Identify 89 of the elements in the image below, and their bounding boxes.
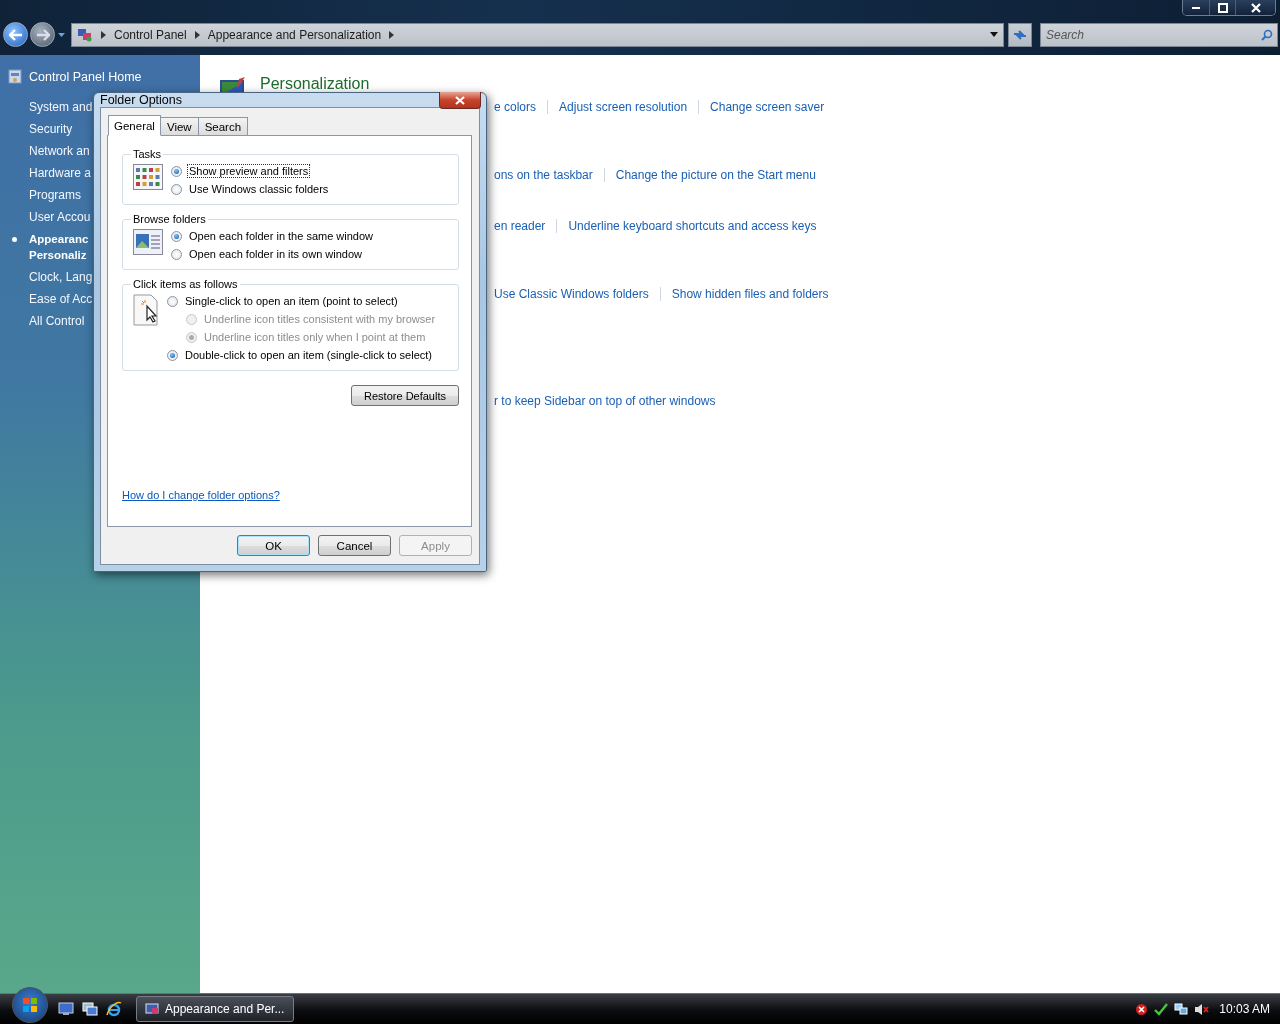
group-title: Tasks [133, 148, 162, 160]
restore-button[interactable] [1209, 0, 1235, 15]
option-label: Show preview and filters [187, 164, 311, 178]
sidebar-link[interactable]: Ease of Acc [29, 291, 93, 307]
option-label: Use Windows classic folders [188, 182, 330, 196]
dialog-button[interactable]: Cancel [318, 535, 391, 556]
forward-button[interactable] [30, 22, 55, 47]
close-icon [455, 95, 465, 105]
sidebar-link[interactable]: Hardware a [29, 165, 92, 181]
radio-button[interactable] [171, 248, 182, 260]
task-link[interactable]: r to keep Sidebar on top of other windows [494, 394, 716, 408]
task-link[interactable]: Use Classic Windows folders [494, 287, 649, 301]
radio-button[interactable] [171, 183, 182, 195]
minimize-button[interactable] [1183, 0, 1209, 15]
windows-logo-icon [21, 996, 39, 1014]
breadcrumb-item[interactable]: Appearance and Personalization [207, 27, 382, 42]
minimize-icon [1192, 6, 1200, 9]
section-heading[interactable]: Personalization [260, 75, 370, 93]
folder-tasks-icon [133, 164, 163, 190]
task-link[interactable]: ons on the taskbar [494, 168, 593, 182]
sidebar-link[interactable]: Appearanc [29, 231, 89, 247]
chevron-icon[interactable] [389, 30, 395, 39]
group-title: Browse folders [133, 213, 206, 225]
pointer-document-icon [133, 294, 159, 326]
tab[interactable]: General [108, 115, 161, 136]
sidebar-link[interactable]: Clock, Lang [29, 269, 93, 285]
dropdown-arrow-icon[interactable] [990, 32, 998, 37]
control-panel-icon [8, 69, 22, 84]
dialog-button[interactable]: OK [237, 535, 310, 556]
sidebar-link[interactable]: User Accou [29, 209, 91, 225]
sidebar-link[interactable]: System and [29, 99, 93, 115]
group-title: Click items as follows [133, 278, 238, 290]
help-link[interactable]: How do I change folder options? [122, 489, 280, 501]
option-label: Single-click to open an item (point to select) [184, 294, 399, 308]
radio-button[interactable] [167, 349, 178, 361]
network-icon[interactable] [1174, 1002, 1189, 1016]
radio-button[interactable] [171, 230, 182, 242]
option-label: Open each folder in the same window [188, 229, 375, 243]
address-bar[interactable]: Control Panel Appearance and Personalization [71, 22, 1004, 47]
dialog-title: Folder Options [100, 93, 182, 107]
restore-icon [1217, 2, 1228, 13]
task-link[interactable]: Change screen saver [710, 100, 825, 114]
start-button[interactable] [12, 987, 48, 1023]
sidebar-link[interactable]: Personaliz [29, 247, 89, 263]
sidebar-link[interactable]: Security [29, 121, 73, 137]
task-link[interactable]: Adjust screen resolution [559, 100, 688, 114]
shield-icon[interactable] [1135, 1002, 1149, 1016]
option-label: Underline icon titles only when I point at them [203, 330, 427, 344]
back-arrow-icon [8, 28, 23, 41]
taskbar-button[interactable]: Appearance and Per... [136, 996, 294, 1022]
control-panel-icon [77, 27, 93, 42]
task-link[interactable]: Underline keyboard shortcuts and access keys [568, 219, 817, 233]
desktop-icon[interactable] [58, 1002, 74, 1016]
task-link[interactable]: Show hidden files and folders [671, 287, 829, 301]
close-button[interactable] [1235, 0, 1275, 15]
sidebar-link[interactable]: Network an [29, 143, 90, 159]
close-button[interactable] [439, 92, 481, 109]
tab[interactable]: Search [197, 117, 249, 135]
search-field[interactable]: Search [1040, 22, 1278, 47]
sidebar-link[interactable]: All Control [29, 313, 85, 329]
close-icon [1250, 2, 1261, 13]
option-label: Double-click to open an item (single-click to select) [184, 348, 433, 362]
refresh-button[interactable] [1008, 22, 1032, 47]
window-icon [133, 229, 163, 255]
browser-icon[interactable] [106, 1001, 122, 1017]
clock-text: 10:03 AM [1219, 1002, 1270, 1016]
chevron-icon[interactable] [194, 30, 200, 39]
back-button[interactable] [3, 22, 28, 47]
volume-icon[interactable] [1194, 1002, 1210, 1016]
dropdown-arrow-icon[interactable] [58, 32, 65, 37]
control-panel-icon [145, 1002, 159, 1016]
task-link[interactable]: e colors [494, 100, 537, 114]
restore-defaults-button[interactable]: Restore Defaults [351, 385, 459, 406]
radio-button[interactable] [167, 295, 178, 307]
breadcrumb-item[interactable]: Control Panel [114, 27, 187, 42]
sidebar-link[interactable]: Programs [29, 187, 81, 203]
chevron-icon[interactable] [101, 30, 106, 39]
radio-button[interactable] [171, 165, 182, 177]
sidebar-link[interactable]: Control Panel Home [29, 69, 142, 84]
task-link[interactable]: en reader [494, 219, 546, 233]
windows-icon[interactable] [82, 1002, 98, 1016]
task-link[interactable]: Change the picture on the Start menu [615, 168, 816, 182]
option-label: Underline icon titles consistent with my browser [203, 312, 437, 326]
tab[interactable]: View [159, 117, 199, 135]
search-icon[interactable] [1261, 28, 1273, 41]
refresh-icon [1013, 28, 1027, 41]
option-label: Open each folder in its own window [188, 247, 364, 261]
security-icon[interactable] [1154, 1002, 1169, 1016]
forward-arrow-icon [35, 28, 50, 41]
